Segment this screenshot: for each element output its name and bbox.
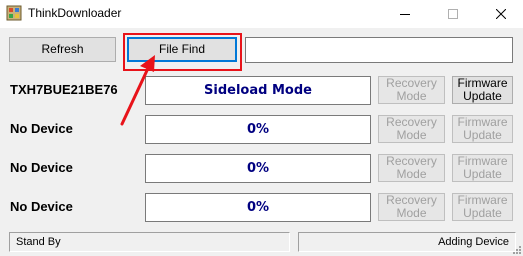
app-icon <box>6 5 22 21</box>
device-label: TXH7BUE21BE76 <box>10 82 118 97</box>
status-right-panel: Adding Device <box>298 232 516 252</box>
refresh-button-label: Refresh <box>41 42 84 56</box>
device-status-field: 0% <box>145 115 371 144</box>
recovery-mode-button[interactable]: Recovery Mode <box>378 193 445 221</box>
file-find-button[interactable]: File Find <box>127 37 237 62</box>
window-title: ThinkDownloader <box>28 6 122 20</box>
status-left-panel: Stand By <box>9 232 290 252</box>
maximize-icon <box>448 9 458 19</box>
title-bar: ThinkDownloader <box>0 0 523 28</box>
firmware-update-button[interactable]: Firmware Update <box>452 154 513 182</box>
minimize-button[interactable] <box>383 0 427 28</box>
device-status-field: 0% <box>145 154 371 183</box>
firmware-update-button[interactable]: Firmware Update <box>452 76 513 104</box>
close-button[interactable] <box>479 0 523 28</box>
device-label: No Device <box>10 160 73 175</box>
status-bar: Stand By Adding Device <box>0 229 523 256</box>
resize-grip-icon[interactable] <box>511 244 521 254</box>
status-right-text: Adding Device <box>438 236 509 248</box>
file-path-input[interactable] <box>245 37 513 63</box>
device-label: No Device <box>10 121 73 136</box>
device-label: No Device <box>10 199 73 214</box>
firmware-update-button[interactable]: Firmware Update <box>452 115 513 143</box>
status-left-text: Stand By <box>16 236 61 248</box>
minimize-icon <box>400 14 410 15</box>
device-status-field: 0% <box>145 193 371 222</box>
refresh-button[interactable]: Refresh <box>9 37 116 62</box>
firmware-update-button[interactable]: Firmware Update <box>452 193 513 221</box>
device-status-field: Sideload Mode <box>145 76 371 105</box>
maximize-button[interactable] <box>431 0 475 28</box>
recovery-mode-button[interactable]: Recovery Mode <box>378 115 445 143</box>
recovery-mode-button[interactable]: Recovery Mode <box>378 154 445 182</box>
recovery-mode-button[interactable]: Recovery Mode <box>378 76 445 104</box>
close-icon <box>496 9 506 19</box>
file-find-button-label: File Find <box>158 42 205 56</box>
